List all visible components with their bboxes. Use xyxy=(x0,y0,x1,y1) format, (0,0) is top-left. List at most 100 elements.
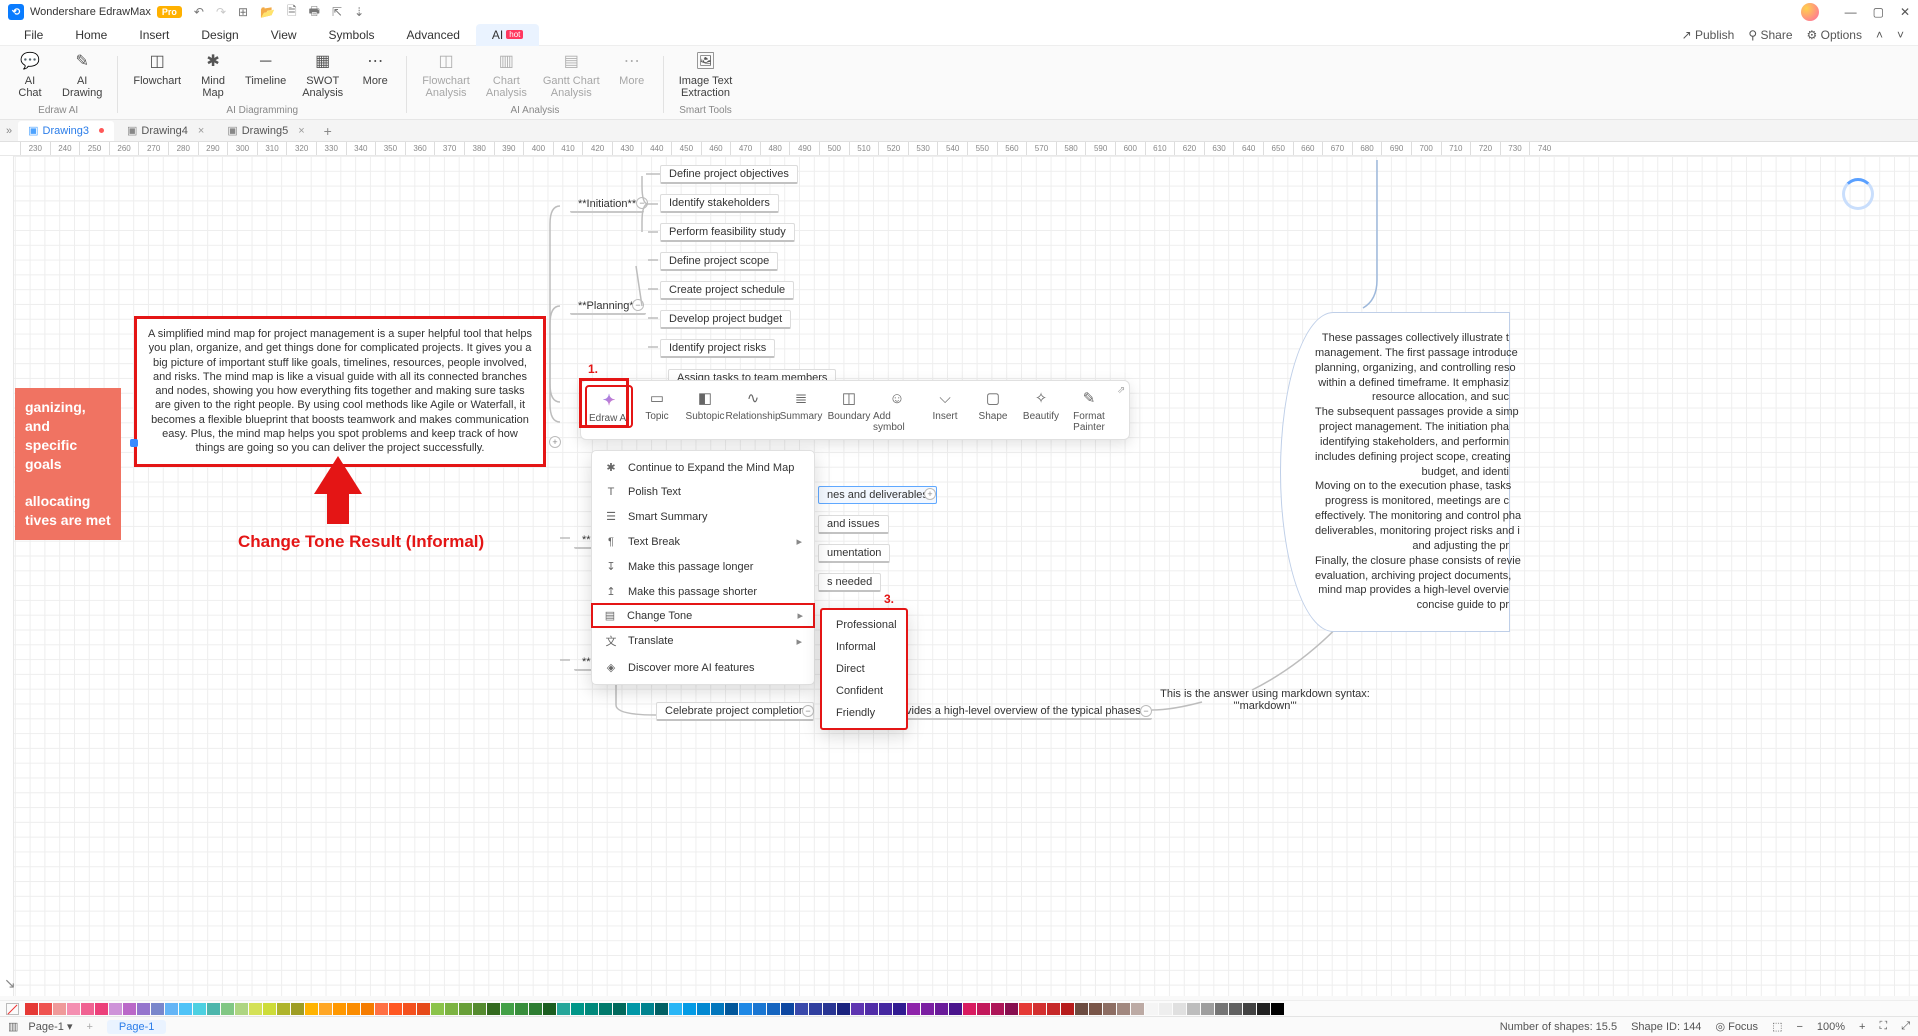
color-swatch[interactable] xyxy=(907,1003,920,1015)
expand-node-icon[interactable]: + xyxy=(549,436,561,448)
color-swatch[interactable] xyxy=(515,1003,528,1015)
color-swatch[interactable] xyxy=(739,1003,752,1015)
node-overview[interactable]: vides a high-level overview of the typic… xyxy=(898,703,1152,720)
color-swatch[interactable] xyxy=(249,1003,262,1015)
color-swatch[interactable] xyxy=(669,1003,682,1015)
color-swatch[interactable] xyxy=(1117,1003,1130,1015)
color-swatch[interactable] xyxy=(613,1003,626,1015)
node-deliverables[interactable]: nes and deliverables xyxy=(818,486,937,504)
more-diagram-button[interactable]: ⋯More xyxy=(353,50,397,87)
ai-summary[interactable]: ☰Smart Summary xyxy=(592,504,814,529)
node-celebrate[interactable]: Celebrate project completion xyxy=(656,702,814,721)
canvas[interactable]: ganizing, andspecific goals allocatingti… xyxy=(0,156,1918,996)
color-swatch[interactable] xyxy=(1005,1003,1018,1015)
color-swatch[interactable] xyxy=(697,1003,710,1015)
color-swatch[interactable] xyxy=(1145,1003,1158,1015)
color-swatch[interactable] xyxy=(403,1003,416,1015)
fit-page-icon[interactable]: ⛶ xyxy=(1879,1020,1887,1033)
color-swatch[interactable] xyxy=(963,1003,976,1015)
more-icon[interactable]: ⇣ xyxy=(354,5,364,19)
save-icon[interactable]: 🗎 xyxy=(287,2,297,23)
addsymbol-button[interactable]: ☺Add symbol xyxy=(873,385,921,435)
tone-confident[interactable]: Confident xyxy=(822,680,906,702)
node-docs[interactable]: umentation xyxy=(818,544,890,563)
color-swatch[interactable] xyxy=(389,1003,402,1015)
color-swatch[interactable] xyxy=(25,1003,38,1015)
summary-button[interactable]: ≣Summary xyxy=(777,385,825,424)
color-swatch[interactable] xyxy=(851,1003,864,1015)
maximize-icon[interactable]: ▢ xyxy=(1873,5,1884,19)
node-budget[interactable]: Develop project budget xyxy=(660,310,791,329)
collapse-planning-icon[interactable]: − xyxy=(632,299,644,311)
ai-chat-button[interactable]: 💬AI Chat xyxy=(8,50,52,99)
node-schedule[interactable]: Create project schedule xyxy=(660,281,794,300)
color-swatch[interactable] xyxy=(291,1003,304,1015)
format-painter-button[interactable]: ✎Format Painter xyxy=(1065,385,1113,435)
ai-break[interactable]: ¶Text Break▸ xyxy=(592,529,814,554)
tone-informal[interactable]: Informal xyxy=(822,636,906,658)
collapse-overview-icon[interactable]: − xyxy=(1140,705,1152,717)
menu-down-icon[interactable]: ˅ xyxy=(1897,28,1904,42)
no-color-swatch[interactable] xyxy=(6,1003,19,1015)
new-icon[interactable]: ⊞ xyxy=(238,5,248,19)
color-swatch[interactable] xyxy=(1089,1003,1102,1015)
node-scope[interactable]: Define project scope xyxy=(660,252,778,271)
selection-handle[interactable] xyxy=(130,439,138,447)
avatar[interactable] xyxy=(1801,3,1819,21)
add-tab-icon[interactable]: + xyxy=(324,123,332,139)
color-swatch[interactable] xyxy=(1173,1003,1186,1015)
color-swatch[interactable] xyxy=(1033,1003,1046,1015)
color-swatch[interactable] xyxy=(221,1003,234,1015)
color-swatch[interactable] xyxy=(67,1003,80,1015)
options-link[interactable]: ⚙ Options xyxy=(1807,28,1862,42)
chart-analysis-button[interactable]: ▥Chart Analysis xyxy=(480,50,533,99)
tone-result-box[interactable]: A simplified mind map for project manage… xyxy=(134,316,546,467)
color-swatch[interactable] xyxy=(571,1003,584,1015)
collapse-initiation-icon[interactable]: − xyxy=(636,197,648,209)
pin-icon[interactable]: ⇗ xyxy=(1117,385,1125,396)
color-swatch[interactable] xyxy=(109,1003,122,1015)
color-swatch[interactable] xyxy=(655,1003,668,1015)
phase-initiation[interactable]: **Initiation** xyxy=(570,196,644,213)
color-swatch[interactable] xyxy=(1019,1003,1032,1015)
timeline-button[interactable]: ─Timeline xyxy=(239,50,292,87)
color-swatch[interactable] xyxy=(753,1003,766,1015)
tab-close-icon[interactable]: × xyxy=(198,125,204,137)
image-text-button[interactable]: 🖼Image Text Extraction xyxy=(673,50,739,99)
pan-handle-icon[interactable]: ↘ xyxy=(4,975,16,992)
color-swatch[interactable] xyxy=(991,1003,1004,1015)
focus-button[interactable]: ◎ Focus xyxy=(1715,1020,1758,1033)
page-current[interactable]: Page-1 xyxy=(107,1020,166,1034)
ai-polish[interactable]: TPolish Text xyxy=(592,480,814,504)
color-swatch[interactable] xyxy=(949,1003,962,1015)
ai-translate[interactable]: 文Translate▸ xyxy=(592,627,814,655)
color-swatch[interactable] xyxy=(235,1003,248,1015)
color-swatch[interactable] xyxy=(193,1003,206,1015)
menu-file[interactable]: File xyxy=(8,24,59,46)
relationship-button[interactable]: ∿Relationship xyxy=(729,385,777,424)
more-analysis-button[interactable]: ⋯More xyxy=(610,50,654,87)
color-swatch[interactable] xyxy=(165,1003,178,1015)
node-objectives[interactable]: Define project objectives xyxy=(660,165,798,184)
beautify-button[interactable]: ✧Beautify xyxy=(1017,385,1065,424)
color-swatch[interactable] xyxy=(277,1003,290,1015)
color-swatch[interactable] xyxy=(935,1003,948,1015)
color-swatch[interactable] xyxy=(319,1003,332,1015)
color-swatch[interactable] xyxy=(207,1003,220,1015)
color-swatch[interactable] xyxy=(893,1003,906,1015)
publish-link[interactable]: ↗ Publish xyxy=(1682,28,1735,42)
color-swatch[interactable] xyxy=(1271,1003,1284,1015)
color-swatch[interactable] xyxy=(305,1003,318,1015)
fit-button[interactable]: ⬚ xyxy=(1772,1020,1782,1033)
collapse-celebrate-icon[interactable]: − xyxy=(802,705,814,717)
ai-discover[interactable]: ◈Discover more AI features xyxy=(592,655,814,680)
page-dropdown[interactable]: Page-1 ▾ xyxy=(28,1020,72,1033)
color-swatch[interactable] xyxy=(1103,1003,1116,1015)
tone-direct[interactable]: Direct xyxy=(822,658,906,680)
color-swatch[interactable] xyxy=(1201,1003,1214,1015)
color-swatch[interactable] xyxy=(1075,1003,1088,1015)
color-swatch[interactable] xyxy=(417,1003,430,1015)
tone-professional[interactable]: Professional xyxy=(822,614,906,636)
color-swatch[interactable] xyxy=(1159,1003,1172,1015)
menu-symbols[interactable]: Symbols xyxy=(313,24,391,46)
